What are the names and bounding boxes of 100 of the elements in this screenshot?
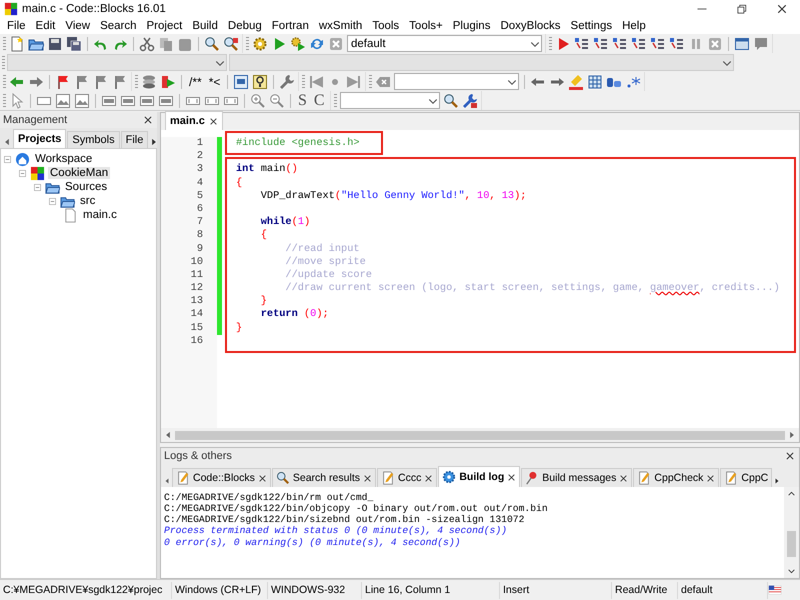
panel-tab[interactable]: Projects (13, 129, 66, 148)
close-icon[interactable] (143, 115, 153, 125)
tree-item[interactable]: CookieMan (48, 167, 110, 179)
log-tab[interactable]: Build log (438, 466, 520, 487)
replace-icon[interactable] (223, 36, 239, 52)
new-file-icon[interactable] (9, 36, 25, 52)
code-line: //draw current screen (logo, start screen, settings, game, gameover, credits...) (284, 282, 780, 296)
panel-tab[interactable]: File (120, 131, 148, 148)
line-number: 15 (190, 322, 204, 335)
scissors-icon[interactable] (139, 36, 155, 52)
menu-item[interactable]: Build (187, 20, 223, 32)
menu-item[interactable]: Settings (566, 20, 618, 32)
jump-icon[interactable] (160, 74, 176, 90)
build-target-dropdown[interactable]: default (347, 35, 542, 52)
close-icon[interactable] (619, 474, 628, 482)
status-field: C:¥MEGADRIVE¥sgdk122¥projec (0, 582, 172, 598)
log-tab[interactable]: CppCheck (633, 468, 720, 487)
menu-item[interactable]: Tools+ (404, 20, 448, 32)
document-icon[interactable] (233, 74, 250, 90)
gear-play-icon[interactable] (290, 36, 306, 52)
pin-icon (525, 471, 540, 485)
speech-bubble-icon[interactable] (753, 36, 769, 52)
wrench-icon[interactable] (279, 74, 296, 90)
log-tab[interactable]: Search results (272, 468, 376, 487)
copy-icon[interactable] (158, 36, 174, 52)
save-all-icon[interactable] (66, 36, 82, 52)
style-button[interactable]: S (296, 92, 309, 109)
close-icon[interactable] (507, 472, 516, 482)
panel-tab[interactable]: Symbols (67, 131, 120, 148)
tree-item[interactable]: Sources (63, 181, 110, 193)
next-icon[interactable] (346, 74, 362, 90)
log-tab[interactable]: Code::Blocks (172, 468, 271, 487)
image-frame-icon[interactable] (55, 92, 71, 108)
menu-item[interactable]: Project (142, 20, 188, 32)
menu-item[interactable]: Tools (367, 20, 404, 32)
close-icon[interactable] (706, 474, 716, 482)
close-icon[interactable] (258, 474, 267, 482)
step-icon[interactable] (669, 36, 685, 52)
vertical-scrollbar[interactable] (784, 487, 799, 578)
menu-item[interactable]: DoxyBlocks (495, 20, 566, 32)
tree-item[interactable]: Workspace (33, 153, 94, 165)
menu-item[interactable]: Fortran (266, 20, 314, 32)
file-icon (63, 208, 78, 222)
restore-icon[interactable] (736, 3, 748, 15)
menu-item[interactable]: wxSmith (314, 20, 368, 32)
editor-tab[interactable]: main.c (165, 111, 223, 130)
tree-item[interactable]: src (78, 195, 98, 207)
save-icon[interactable] (47, 36, 63, 52)
tree-item[interactable]: main.c (81, 209, 119, 221)
search-icon[interactable] (442, 92, 459, 108)
step-icon[interactable] (574, 36, 590, 52)
close-icon[interactable] (208, 116, 218, 126)
menu-item[interactable]: Help (617, 20, 651, 32)
pencil-icon (724, 471, 738, 485)
window-icon[interactable] (734, 36, 750, 52)
style-button[interactable]: C (312, 92, 327, 109)
log-tab[interactable]: Build messages (521, 468, 632, 487)
search-icon[interactable] (204, 36, 220, 52)
image-frame-icon[interactable] (74, 92, 90, 108)
menu-item[interactable]: File (2, 20, 31, 32)
step-icon[interactable] (612, 36, 628, 52)
step-icon[interactable] (593, 36, 609, 52)
code-line: } (236, 322, 242, 335)
collapse-icon[interactable] (3, 154, 12, 164)
collapse-icon[interactable] (48, 196, 57, 206)
step-icon[interactable] (650, 36, 666, 52)
window-title: main.c - Code::Blocks 16.01 (22, 3, 167, 15)
menu-item[interactable]: Debug (222, 20, 267, 32)
highlighter-icon[interactable] (568, 74, 584, 90)
menu-item[interactable]: Plugins (448, 20, 496, 32)
code-line: //read input (284, 242, 360, 256)
step-icon[interactable] (631, 36, 647, 52)
close-icon[interactable] (363, 474, 372, 482)
comment-button[interactable]: *< (206, 73, 222, 90)
menu-item[interactable]: Edit (30, 20, 60, 32)
menu-item[interactable]: View (60, 20, 96, 32)
code-line: return (0); (260, 308, 329, 322)
scrollbar-thumb[interactable] (787, 531, 796, 557)
grid-icon[interactable] (587, 74, 604, 90)
gear-icon (442, 470, 456, 484)
previous-icon[interactable] (308, 74, 324, 90)
log-tab[interactable]: Cccc (377, 468, 438, 487)
close-icon[interactable] (785, 451, 795, 461)
log-tab[interactable]: CppC (720, 468, 772, 487)
close-icon[interactable] (424, 474, 434, 482)
menu-item[interactable]: Search (95, 20, 142, 32)
tools-icon[interactable] (462, 92, 478, 108)
comment-button[interactable]: /** (187, 73, 204, 90)
scrollbar-thumb[interactable] (175, 430, 785, 440)
collapse-icon[interactable] (18, 168, 27, 178)
stack-icon[interactable] (141, 74, 157, 90)
collapse-icon[interactable] (33, 182, 42, 192)
gear-icon[interactable] (252, 36, 268, 52)
close-icon[interactable] (776, 3, 788, 15)
line-number: 13 (190, 295, 204, 308)
scroll-down-icon[interactable] (787, 567, 796, 576)
code-line: //move sprite (284, 256, 366, 269)
scroll-up-icon[interactable] (787, 489, 796, 498)
status-field: Insert (500, 582, 612, 598)
help-icon[interactable] (252, 74, 268, 90)
